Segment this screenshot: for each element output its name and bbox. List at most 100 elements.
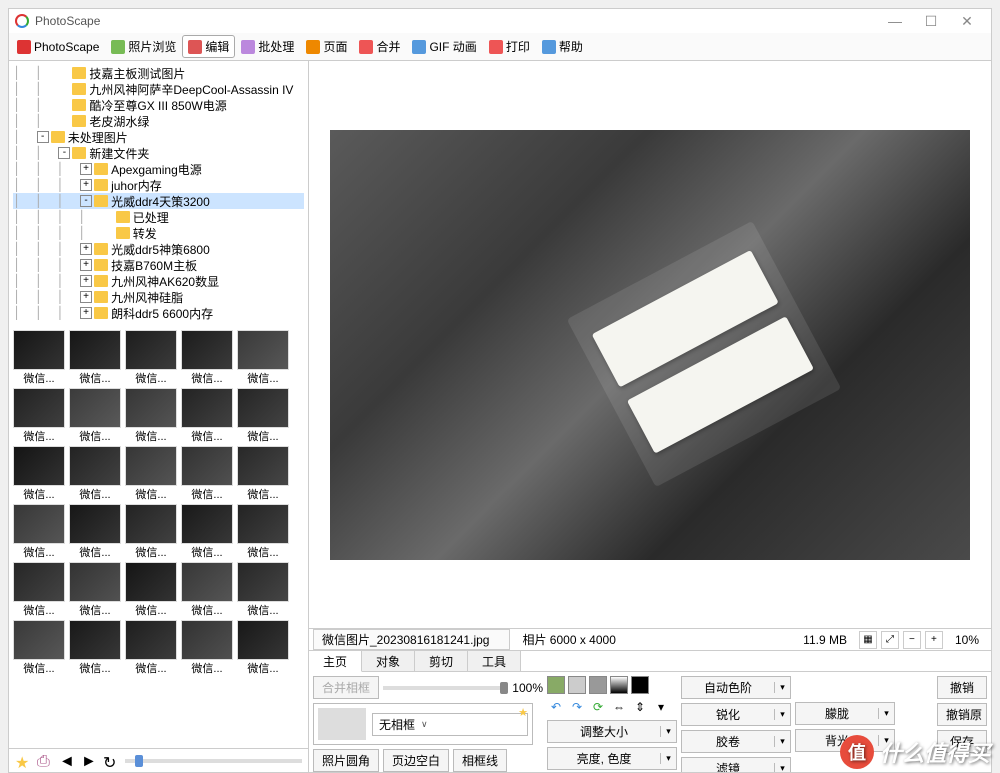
thumbnail[interactable]: 微信...	[13, 562, 65, 618]
printer-icon[interactable]: ⎙	[37, 753, 53, 769]
thumbnail-grid[interactable]: 微信...微信...微信...微信...微信...微信...微信...微信...…	[9, 326, 308, 748]
minimize-button[interactable]: —	[877, 13, 913, 29]
tab-0[interactable]: PhotoScape	[11, 37, 105, 57]
tree-node[interactable]: │ -未处理图片	[13, 129, 304, 145]
checker-icon[interactable]: ▦	[859, 631, 877, 649]
expand-icon[interactable]: +	[80, 259, 92, 271]
refresh-icon[interactable]: ↻	[103, 753, 119, 769]
thumbnail[interactable]: 微信...	[181, 330, 233, 386]
tree-node[interactable]: │ │ │ │ 转发	[13, 225, 304, 241]
star-icon[interactable]: ★	[518, 706, 528, 719]
tree-node[interactable]: │ │ 老皮湖水绿	[13, 113, 304, 129]
thumbnail[interactable]: 微信...	[69, 388, 121, 444]
redo-icon[interactable]: ↷	[568, 698, 586, 716]
expand-icon[interactable]: -	[80, 195, 92, 207]
thumbnail[interactable]: 微信...	[237, 446, 289, 502]
thumbnail[interactable]: 微信...	[13, 504, 65, 560]
thumbnail[interactable]: 微信...	[69, 504, 121, 560]
brightness-color-button[interactable]: 亮度, 色度▾	[547, 747, 677, 770]
thumbnail[interactable]: 微信...	[237, 388, 289, 444]
thumbnail[interactable]: 微信...	[125, 446, 177, 502]
edit-tab-0[interactable]: 主页	[309, 651, 362, 672]
thumbnail[interactable]: 微信...	[181, 388, 233, 444]
filter-button[interactable]: 滤镜▾	[681, 757, 791, 772]
expand-icon[interactable]: -	[37, 131, 49, 143]
tree-node[interactable]: │ │ 技嘉主板测试图片	[13, 65, 304, 81]
tree-node[interactable]: │ │ │ +朗科ddr5 6600内存	[13, 305, 304, 321]
undo-cancel-button[interactable]: 撤销原	[937, 703, 987, 726]
resize-button[interactable]: 调整大小▾	[547, 720, 677, 743]
photo-round-button[interactable]: 照片圆角	[313, 749, 379, 772]
tree-node[interactable]: │ │ 酷冷至尊GX III 850W电源	[13, 97, 304, 113]
tab-2[interactable]: 编辑	[182, 35, 235, 58]
undo-button[interactable]: 撤销	[937, 676, 987, 699]
forward-icon[interactable]: ►	[81, 753, 97, 769]
edit-tab-1[interactable]: 对象	[362, 651, 415, 672]
frame-slider[interactable]	[383, 686, 508, 690]
close-button[interactable]: ✕	[949, 13, 985, 30]
expand-icon[interactable]: +	[80, 179, 92, 191]
thumbnail[interactable]: 微信...	[13, 330, 65, 386]
tab-5[interactable]: 合并	[353, 35, 406, 58]
thumbnail[interactable]: 微信...	[125, 330, 177, 386]
tree-node[interactable]: │ │ -新建文件夹	[13, 145, 304, 161]
thumbnail[interactable]: 微信...	[125, 504, 177, 560]
edit-tab-2[interactable]: 剪切	[415, 651, 468, 672]
thumbnail[interactable]: 微信...	[69, 620, 121, 676]
tree-node[interactable]: │ │ │ +九州风神硅脂	[13, 289, 304, 305]
tree-node[interactable]: │ │ │ +技嘉B760M主板	[13, 257, 304, 273]
thumbnail-size-slider[interactable]	[125, 759, 302, 763]
tab-8[interactable]: 帮助	[536, 35, 589, 58]
maximize-button[interactable]: ☐	[913, 13, 949, 30]
image-preview[interactable]	[309, 61, 991, 628]
tree-node[interactable]: │ │ │ +Apexgaming电源	[13, 161, 304, 177]
blur-button[interactable]: 朦胧▾	[795, 702, 895, 725]
tab-3[interactable]: 批处理	[235, 35, 300, 58]
thumbnail[interactable]: 微信...	[181, 620, 233, 676]
color-swatches[interactable]	[547, 676, 677, 694]
thumbnail[interactable]: 微信...	[13, 446, 65, 502]
tree-node[interactable]: │ │ │ +光威ddr5神策6800	[13, 241, 304, 257]
thumbnail[interactable]: 微信...	[125, 388, 177, 444]
folder-tree[interactable]: │ │ 技嘉主板测试图片│ │ 九州风神阿萨辛DeepCool-Assassin…	[9, 61, 308, 326]
thumbnail[interactable]: 微信...	[237, 504, 289, 560]
edit-tab-3[interactable]: 工具	[468, 651, 521, 672]
thumbnail[interactable]: 微信...	[237, 330, 289, 386]
thumbnail[interactable]: 微信...	[181, 562, 233, 618]
merge-frame-button[interactable]: 合并相框	[313, 676, 379, 699]
frame-selector[interactable]: 无相框∨ ★	[313, 703, 533, 745]
menu-icon[interactable]: ▾	[652, 698, 670, 716]
flip-h-icon[interactable]: ⇔	[610, 698, 628, 716]
expand-icon[interactable]: +	[80, 307, 92, 319]
thumbnail[interactable]: 微信...	[69, 446, 121, 502]
thumbnail[interactable]: 微信...	[69, 562, 121, 618]
expand-icon[interactable]: +	[80, 243, 92, 255]
tree-node[interactable]: │ │ │ -光威ddr4天策3200	[13, 193, 304, 209]
zoom-in-icon[interactable]: +	[925, 631, 943, 649]
film-button[interactable]: 胶卷▾	[681, 730, 791, 753]
rotate-icon[interactable]: ⟳	[589, 698, 607, 716]
tab-1[interactable]: 照片浏览	[105, 35, 182, 58]
tab-4[interactable]: 页面	[300, 35, 353, 58]
thumbnail[interactable]: 微信...	[181, 504, 233, 560]
flip-v-icon[interactable]: ⇕	[631, 698, 649, 716]
tree-node[interactable]: │ │ 九州风神阿萨辛DeepCool-Assassin IV	[13, 81, 304, 97]
thumbnail[interactable]: 微信...	[125, 562, 177, 618]
tab-7[interactable]: 打印	[483, 35, 536, 58]
thumbnail[interactable]: 微信...	[237, 620, 289, 676]
frame-line-button[interactable]: 相框线	[453, 749, 507, 772]
zoom-out-icon[interactable]: −	[903, 631, 921, 649]
undo-icon[interactable]: ↶	[547, 698, 565, 716]
tab-6[interactable]: GIF 动画	[406, 35, 482, 58]
tree-node[interactable]: │ │ │ +juhor内存	[13, 177, 304, 193]
star-icon[interactable]: ★	[15, 753, 31, 769]
tree-node[interactable]: │ │ │ │ 已处理	[13, 209, 304, 225]
thumbnail[interactable]: 微信...	[125, 620, 177, 676]
expand-icon[interactable]: -	[58, 147, 70, 159]
thumbnail[interactable]: 微信...	[13, 620, 65, 676]
fit-icon[interactable]: ⤢	[881, 631, 899, 649]
page-margin-button[interactable]: 页边空白	[383, 749, 449, 772]
thumbnail[interactable]: 微信...	[237, 562, 289, 618]
auto-level-button[interactable]: 自动色阶▾	[681, 676, 791, 699]
thumbnail[interactable]: 微信...	[13, 388, 65, 444]
